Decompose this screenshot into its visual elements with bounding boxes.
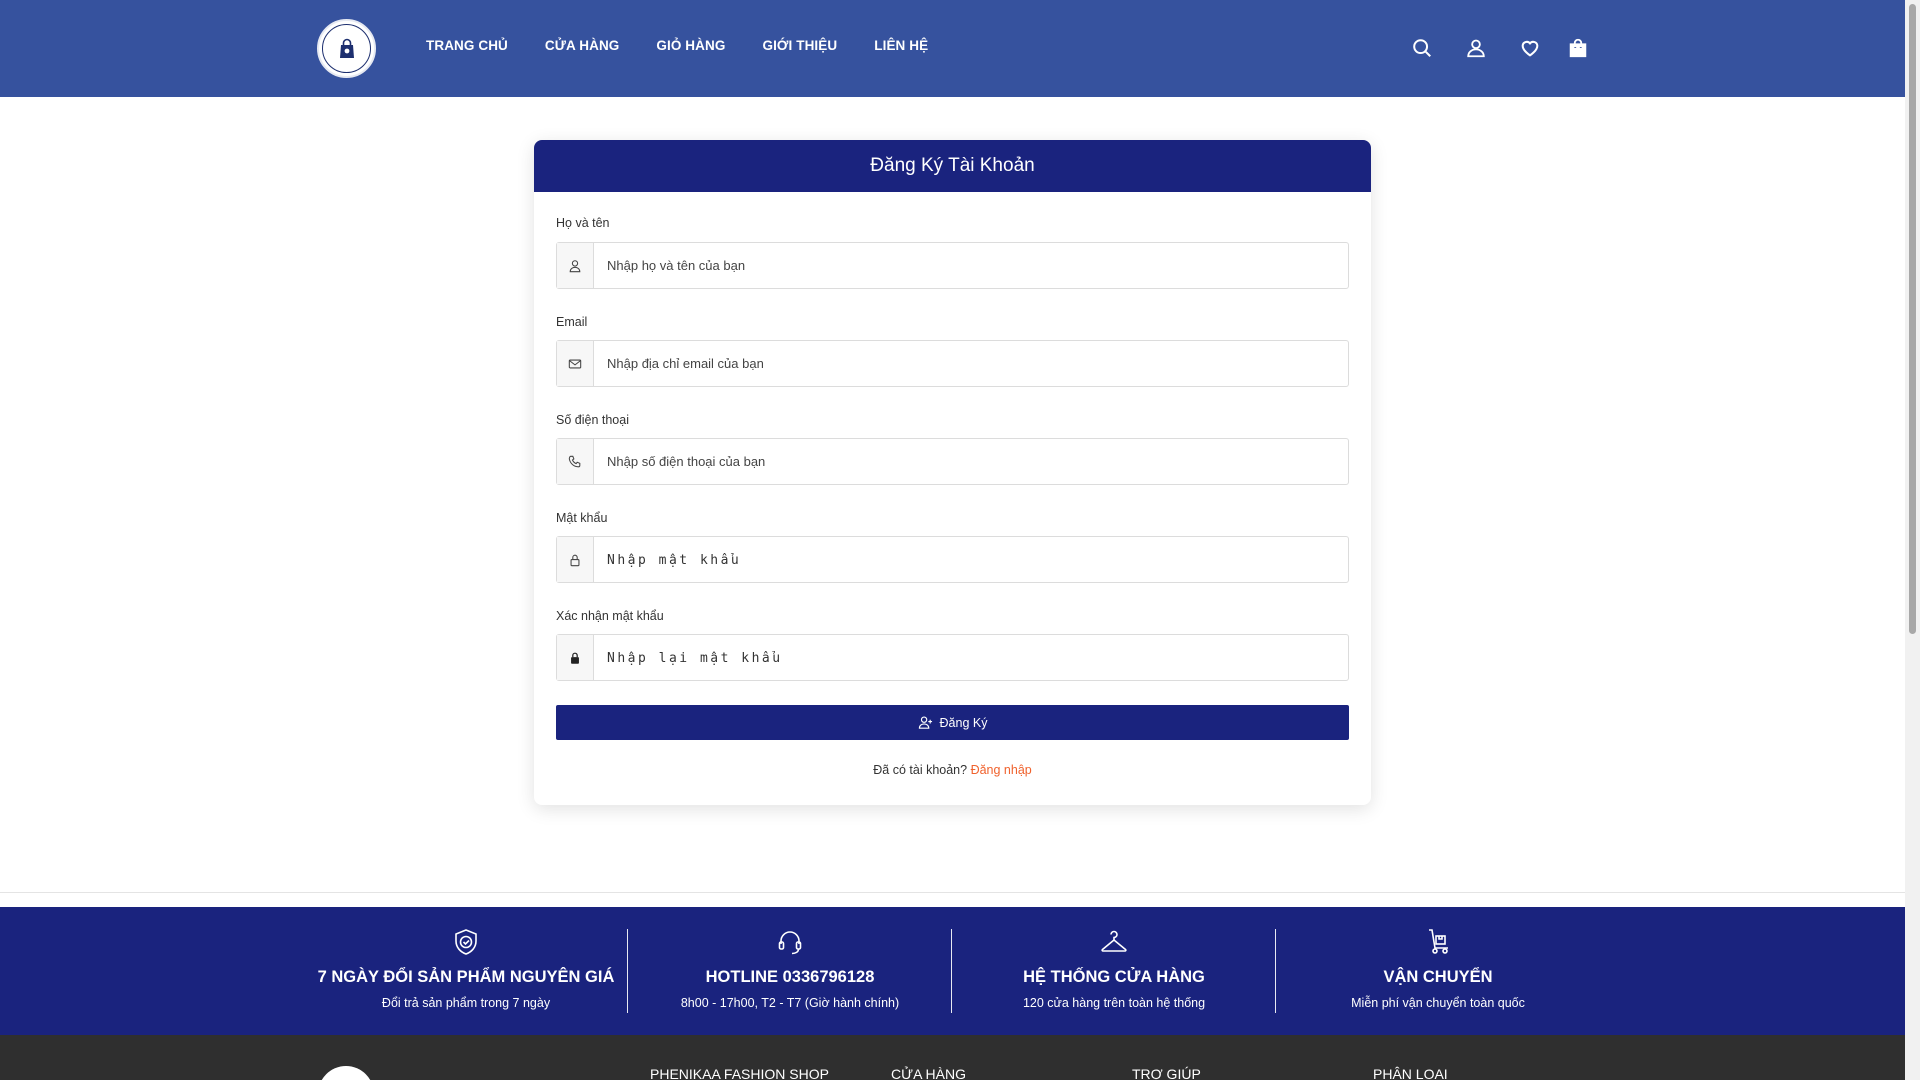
hand-truck-icon bbox=[1423, 927, 1453, 957]
nav-about[interactable]: GIỚI THIỆU bbox=[762, 38, 837, 53]
lock-open-icon bbox=[557, 537, 594, 582]
page-scrollbar[interactable] bbox=[1905, 0, 1920, 1080]
features-band: 7 NGÀY ĐỔI SẢN PHẨM NGUYÊN GIÁ Đổi trả s… bbox=[0, 907, 1905, 1035]
envelope-icon bbox=[557, 341, 594, 386]
phone-group bbox=[556, 438, 1349, 485]
lock-icon bbox=[557, 635, 594, 680]
shopping-bag-logo-icon bbox=[339, 38, 354, 58]
feature-shipping-title: VẬN CHUYỂN bbox=[1383, 968, 1493, 986]
feature-shipping-subtitle: Miễn phí vận chuyển toàn quốc bbox=[1351, 996, 1525, 1010]
hanger-icon bbox=[1099, 927, 1129, 957]
feature-hotline: HOTLINE 0336796128 8h00 - 17h00, T2 - T7… bbox=[629, 907, 951, 1035]
feature-hotline-subtitle: 8h00 - 17h00, T2 - T7 (Giờ hành chính) bbox=[680, 996, 900, 1010]
email-label: Email bbox=[556, 315, 588, 329]
fullname-input[interactable] bbox=[594, 243, 1348, 288]
site-logo[interactable] bbox=[317, 19, 376, 78]
feature-return: 7 NGÀY ĐỔI SẢN PHẨM NGUYÊN GIÁ Đổi trả s… bbox=[305, 907, 627, 1035]
feature-shipping: VẬN CHUYỂN Miễn phí vận chuyển toàn quốc bbox=[1277, 907, 1599, 1035]
email-input[interactable] bbox=[594, 341, 1348, 386]
confirm-password-input[interactable] bbox=[594, 635, 1348, 680]
register-button[interactable]: Đăng Ký bbox=[556, 705, 1349, 740]
nav-cart[interactable]: GIỎ HÀNG bbox=[656, 38, 725, 53]
login-prompt: Đã có tài khoản? bbox=[873, 763, 968, 777]
shield-check-icon bbox=[451, 927, 481, 957]
email-group bbox=[556, 340, 1349, 387]
fullname-group bbox=[556, 242, 1349, 289]
footer-logo[interactable] bbox=[318, 1066, 374, 1080]
login-link[interactable]: Đăng nhập bbox=[971, 763, 1032, 777]
search-icon[interactable] bbox=[1410, 36, 1434, 60]
user-plus-icon bbox=[918, 716, 932, 729]
site-header: TRANG CHỦ CỬA HÀNG GIỎ HÀNG GIỚI THIỆU L… bbox=[0, 0, 1905, 97]
footer-col-brand: PHENIKAA FASHION SHOP bbox=[650, 1066, 829, 1080]
confirm-password-group bbox=[556, 634, 1349, 681]
scrollbar-thumb[interactable] bbox=[1909, 4, 1916, 634]
feature-stores: HỆ THỐNG CỬA HÀNG 120 cửa hàng trên toàn… bbox=[953, 907, 1275, 1035]
nav-home[interactable]: TRANG CHỦ bbox=[426, 38, 508, 53]
header-actions bbox=[1410, 36, 1590, 60]
footer-col-help: TRỢ GIÚP bbox=[1132, 1066, 1201, 1080]
bag-icon[interactable] bbox=[1566, 36, 1590, 60]
feature-divider bbox=[1275, 929, 1276, 1013]
feature-hotline-title: HOTLINE 0336796128 bbox=[705, 968, 875, 986]
register-button-label: Đăng Ký bbox=[939, 715, 988, 730]
register-title: Đăng Ký Tài Khoản bbox=[534, 140, 1371, 192]
fullname-label: Họ và tên bbox=[556, 216, 610, 230]
password-label: Mật khẩu bbox=[556, 511, 608, 525]
feature-stores-subtitle: 120 cửa hàng trên toàn hệ thống bbox=[1022, 996, 1206, 1010]
footer-col-categories: PHÂN LOẠI bbox=[1373, 1066, 1448, 1080]
phone-icon bbox=[557, 439, 594, 484]
feature-stores-title: HỆ THỐNG CỬA HÀNG bbox=[1023, 968, 1205, 986]
phone-input[interactable] bbox=[594, 439, 1348, 484]
password-input[interactable] bbox=[594, 537, 1348, 582]
feature-divider bbox=[951, 929, 952, 1013]
section-divider bbox=[0, 892, 1905, 893]
confirm-password-label: Xác nhận mật khẩu bbox=[556, 609, 664, 623]
phone-label: Số điện thoại bbox=[556, 413, 629, 427]
heart-icon[interactable] bbox=[1518, 36, 1542, 60]
main-nav: TRANG CHỦ CỬA HÀNG GIỎ HÀNG GIỚI THIỆU L… bbox=[426, 38, 965, 53]
user-icon bbox=[557, 243, 594, 288]
password-group bbox=[556, 536, 1349, 583]
footer-col-shop: CỬA HÀNG bbox=[891, 1066, 966, 1080]
feature-return-title: 7 NGÀY ĐỔI SẢN PHẨM NGUYÊN GIÁ bbox=[317, 968, 615, 986]
nav-shop[interactable]: CỬA HÀNG bbox=[545, 38, 620, 53]
nav-contact[interactable]: LIÊN HỆ bbox=[874, 38, 928, 53]
register-card: Đăng Ký Tài Khoản Họ và tên Email Số điệ… bbox=[534, 140, 1371, 805]
login-prompt-line: Đã có tài khoản? Đăng nhập bbox=[534, 763, 1371, 777]
headset-icon bbox=[775, 927, 805, 957]
site-footer: PHENIKAA FASHION SHOP CỬA HÀNG TRỢ GIÚP … bbox=[0, 1035, 1905, 1080]
logo-emblem bbox=[322, 24, 371, 73]
feature-return-subtitle: Đổi trả sản phẩm trong 7 ngày bbox=[381, 996, 551, 1010]
user-icon[interactable] bbox=[1464, 36, 1488, 60]
feature-divider bbox=[627, 929, 628, 1013]
